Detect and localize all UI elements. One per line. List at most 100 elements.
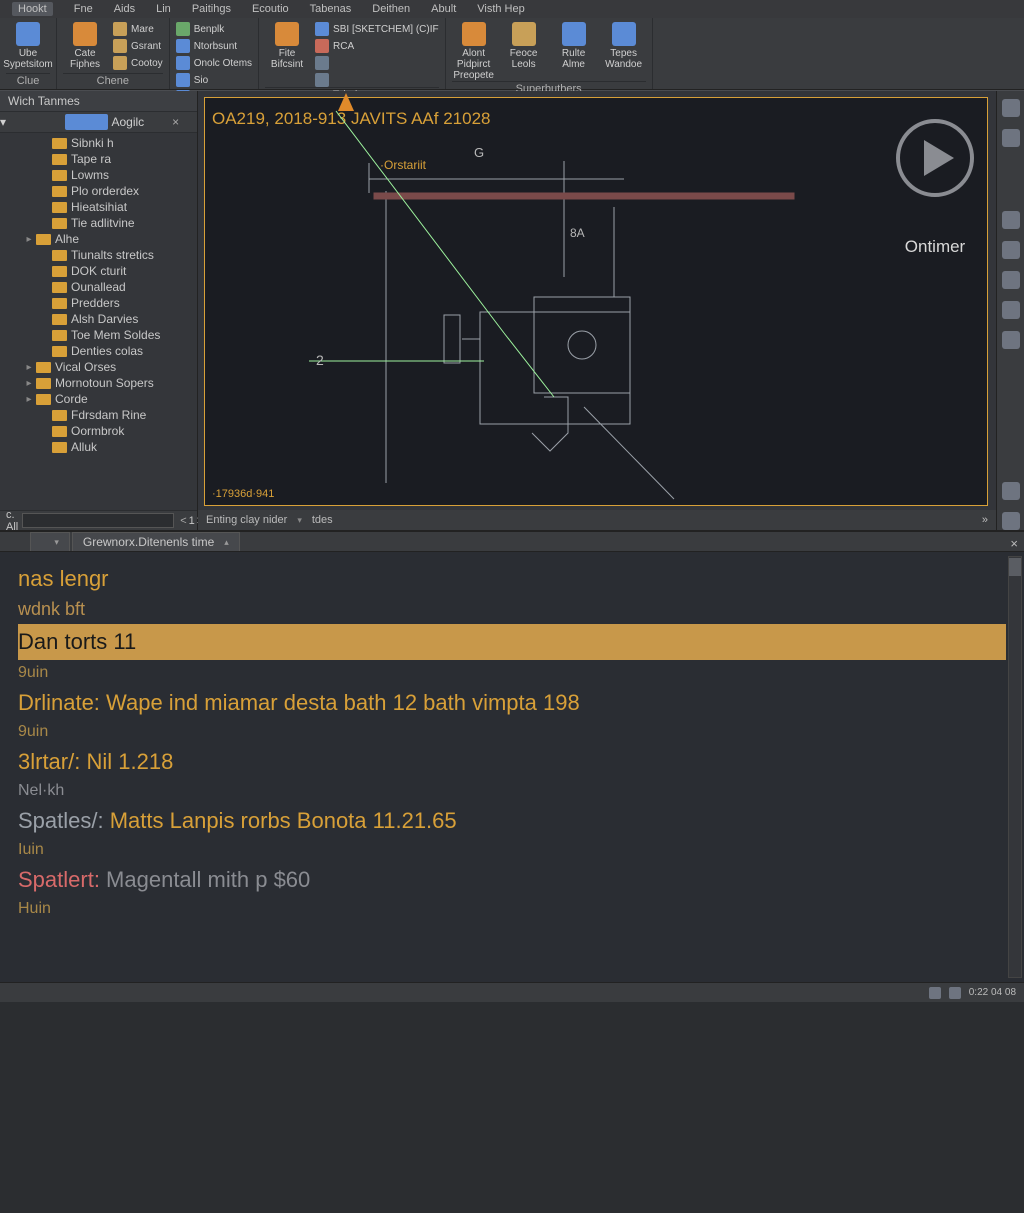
viewport-tdes[interactable]: tdes [312, 514, 333, 526]
close-icon[interactable]: × [154, 115, 197, 129]
rca-icon[interactable]: RCA [315, 39, 439, 53]
tree-item[interactable]: Tie adlitvine [0, 215, 193, 231]
gsrant-icon[interactable]: Gsrant [113, 39, 163, 53]
chevron-down-icon[interactable]: ▾ [297, 515, 302, 526]
chevron-down-icon[interactable]: ▾ [54, 537, 59, 548]
tree-item-label: Lowms [71, 168, 109, 182]
grid1-icon[interactable] [315, 56, 439, 70]
tree-item[interactable]: Lowms [0, 167, 193, 183]
scrollbar-track[interactable] [1008, 556, 1022, 978]
menu-hookt[interactable]: Hookt [12, 2, 53, 16]
ribbon-group-title: Chene [63, 73, 163, 87]
tepes-icon[interactable]: Tepes Wandoe [602, 22, 646, 70]
alont-icon[interactable]: Alont Pidpirct Preopete [452, 22, 496, 81]
bifcsint-icon[interactable]: Fite Bifcsint [265, 22, 309, 70]
chevron-down-icon[interactable]: ▾ [0, 115, 43, 129]
tool-gear-icon[interactable] [1002, 512, 1020, 530]
grid2-icon[interactable] [315, 73, 439, 87]
tool-plus-icon[interactable] [1002, 211, 1020, 229]
tree-item-label: Mornotoun Sopers [55, 376, 154, 390]
rulte-icon[interactable]: Rulte Alme [552, 22, 596, 70]
folder-icon [36, 394, 51, 405]
tree-item[interactable]: Fdrsdam Rine [0, 407, 193, 423]
menu-aids[interactable]: Aids [114, 3, 135, 15]
tool-nav-icon[interactable] [1002, 129, 1020, 147]
dim-label-2: 2 [316, 352, 324, 368]
tree-item[interactable]: ▸ Vical Orses [0, 359, 193, 375]
sio-icon[interactable]: Sio [176, 73, 252, 87]
chevron-right-icon[interactable]: ▸ [22, 394, 36, 405]
menu-abult[interactable]: Abult [431, 3, 456, 15]
tree-item[interactable]: Alsh Darvies [0, 311, 193, 327]
feoce-icon[interactable]: Feoce Leols [502, 22, 546, 70]
tool-sync-icon[interactable] [1002, 482, 1020, 500]
tree-footer-label: c. All [6, 509, 18, 533]
command-tab-blank[interactable]: ▾ [30, 532, 70, 551]
tool-layers-icon[interactable] [1002, 301, 1020, 319]
tree-root-row[interactable]: ▾ Aogilc × [0, 112, 197, 133]
tree-item[interactable]: Alluk [0, 439, 193, 455]
mare-icon[interactable]: Mare [113, 22, 163, 36]
tree-item-label: Denties colas [71, 344, 143, 358]
tree-item[interactable]: Denties colas [0, 343, 193, 359]
status-net-icon[interactable] [929, 987, 941, 999]
menu-deithen[interactable]: Deithen [372, 3, 410, 15]
tree-search-input[interactable] [22, 513, 174, 528]
tree-item-label: Hieatsihiat [71, 200, 127, 214]
command-output[interactable]: nas lengrwdnk bftDan torts 119uinDrlinat… [0, 552, 1024, 982]
tree-item[interactable]: DOK cturit [0, 263, 193, 279]
menu-tabenas[interactable]: Tabenas [310, 3, 352, 15]
tree-item[interactable]: Predders [0, 295, 193, 311]
tool-globe-icon[interactable] [1002, 331, 1020, 349]
status-disk-icon[interactable] [949, 987, 961, 999]
benplk-icon[interactable]: Benplk [176, 22, 252, 36]
tool-cube-icon[interactable] [1002, 271, 1020, 289]
close-icon[interactable]: × [1010, 536, 1018, 551]
tool-info-icon[interactable] [1002, 99, 1020, 117]
output-line: wdnk bft [18, 596, 1006, 624]
menu-ecoutio[interactable]: Ecoutio [252, 3, 289, 15]
tree-item[interactable]: ▸Alhe [0, 231, 193, 247]
chevron-right-icon[interactable]: ▸ [22, 378, 36, 389]
tree-item-label: Fdrsdam Rine [71, 408, 146, 422]
tree-item[interactable]: ▸ Mornotoun Sopers [0, 375, 193, 391]
chevron-right-icon[interactable]: ▸ [22, 362, 36, 373]
drawing-viewport[interactable]: OA219, 2018-913 JAVITS AAf 21028 ·17936d… [204, 97, 988, 506]
ntorbsunt-icon[interactable]: Ntorbsunt [176, 39, 252, 53]
menu-lin[interactable]: Lin [156, 3, 171, 15]
menu-visth hep[interactable]: Visth Hep [477, 3, 525, 15]
statusbar: Aowrds egrcly Steophine Siactt ; 28015 6… [0, 982, 1024, 1002]
project-icon [65, 114, 108, 130]
menu-fne[interactable]: Fne [74, 3, 93, 15]
tree-item[interactable]: Ounallead [0, 279, 193, 295]
expand-icon[interactable]: » [982, 514, 988, 526]
tree-item[interactable]: Plo orderdex [0, 183, 193, 199]
sbi-icon[interactable]: SBI [SKETCHEM] (C)IF [315, 22, 439, 36]
folder-icon [52, 138, 67, 149]
command-tab-main[interactable]: Grewnorx.Ditenenls time▴ [72, 532, 240, 551]
tree-item[interactable]: Sibnki h [0, 135, 193, 151]
tree-item-label: Vical Orses [55, 360, 116, 374]
menu-paitihgs[interactable]: Paitihgs [192, 3, 231, 15]
viewport-mode[interactable]: Enting clay nider [206, 514, 287, 526]
tree-item[interactable]: ▸Corde [0, 391, 193, 407]
dim-label-o: ·Orstariit [380, 158, 427, 172]
tree-item[interactable]: Tape ra [0, 151, 193, 167]
tree-item[interactable]: Oormbrok [0, 423, 193, 439]
chevron-right-icon[interactable]: ▸ [22, 234, 36, 245]
page-prev-icon[interactable]: < [178, 515, 188, 527]
tool-pan-icon[interactable] [1002, 241, 1020, 259]
line-seg-icon[interactable]: Ube Sypetsitom [6, 22, 50, 70]
scrollbar-thumb[interactable] [1009, 558, 1021, 576]
cube-icon[interactable]: Cate Fiphes [63, 22, 107, 70]
tree-item[interactable]: Hieatsihiat [0, 199, 193, 215]
chevron-up-icon[interactable]: ▴ [224, 537, 229, 548]
onolc-icon[interactable]: Onolc Otems [176, 56, 252, 70]
tree-item[interactable]: Tiunalts stretics [0, 247, 193, 263]
ribbon-group-porgatiall irow: BenplkNtorbsuntOnolc OtemsSioPter Laobor… [170, 18, 259, 89]
folder-icon [52, 282, 67, 293]
cootoy-icon[interactable]: Cootoy [113, 56, 163, 70]
tree-item[interactable]: Toe Mem Soldes [0, 327, 193, 343]
tree-body[interactable]: Sibnki hTape raLowmsPlo orderdexHieatsih… [0, 133, 197, 510]
tree-item-label: Oormbrok [71, 424, 124, 438]
